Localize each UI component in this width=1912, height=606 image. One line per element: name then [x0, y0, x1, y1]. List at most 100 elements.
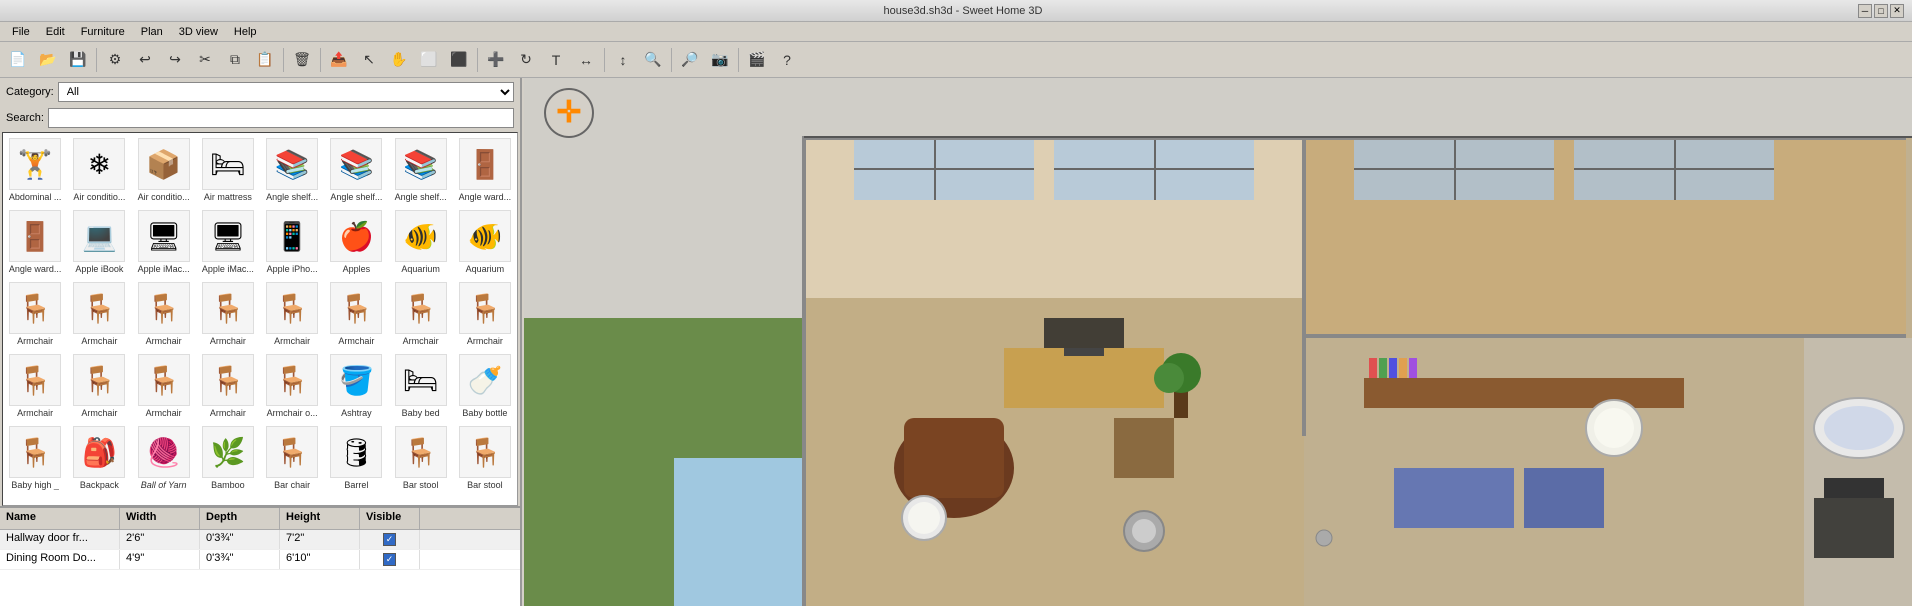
- video-button[interactable]: 🎬: [743, 46, 771, 74]
- export-button[interactable]: 📤: [325, 46, 353, 74]
- furniture-item[interactable]: 🧶Ball of Yarn: [132, 421, 196, 493]
- furniture-icon: 🪑: [459, 282, 511, 334]
- furniture-item[interactable]: 🪑Bar stool: [389, 421, 453, 493]
- cut-button[interactable]: ✂: [191, 46, 219, 74]
- furniture-item[interactable]: 🪑Armchair: [260, 277, 324, 349]
- copy-button[interactable]: ⧉: [221, 46, 249, 74]
- table-cell-depth: 0'3¾": [200, 550, 280, 569]
- table-row[interactable]: Hallway door fr...2'6"0'3¾"7'2"✓: [0, 530, 520, 550]
- delete-button[interactable]: 🗑: [288, 46, 316, 74]
- furniture-item[interactable]: 🪑Armchair: [67, 349, 131, 421]
- maximize-button[interactable]: □: [1874, 4, 1888, 18]
- furniture-item[interactable]: 🪣Ashtray: [324, 349, 388, 421]
- furniture-item[interactable]: 🏋Abdominal ...: [3, 133, 67, 205]
- furniture-item[interactable]: 📦Air conditio...: [132, 133, 196, 205]
- furniture-item[interactable]: 🪑Armchair: [196, 349, 260, 421]
- furniture-icon: 🐠: [395, 210, 447, 262]
- menu-item-3d-view[interactable]: 3D view: [171, 24, 226, 40]
- furniture-item[interactable]: 🪑Armchair: [196, 277, 260, 349]
- furniture-item[interactable]: 🪑Armchair o...: [260, 349, 324, 421]
- menu-item-plan[interactable]: Plan: [133, 24, 171, 40]
- visible-checkbox[interactable]: ✓: [383, 553, 396, 566]
- furniture-item[interactable]: 🪑Armchair: [3, 277, 67, 349]
- zoom-in-button[interactable]: 🔍: [639, 46, 667, 74]
- table-cell-visible[interactable]: ✓: [360, 530, 420, 549]
- furniture-item[interactable]: 🪑Armchair: [132, 277, 196, 349]
- search-input[interactable]: [48, 108, 514, 128]
- furniture-item[interactable]: 🍼Baby bottle: [453, 349, 517, 421]
- furniture-item[interactable]: 🪑Bar chair: [260, 421, 324, 493]
- furniture-item[interactable]: 🛢Barrel: [324, 421, 388, 493]
- furniture-item[interactable]: 🍎Apples: [324, 205, 388, 277]
- open-button[interactable]: 📂: [34, 46, 62, 74]
- furniture-label: Ball of Yarn: [135, 480, 193, 490]
- furniture-icon: 🛏: [202, 138, 254, 190]
- furniture-item[interactable]: ❄Air conditio...: [67, 133, 131, 205]
- furniture-item[interactable]: 💻Apple iBook: [67, 205, 131, 277]
- new-button[interactable]: 📄: [4, 46, 32, 74]
- furniture-label: Armchair: [327, 336, 385, 346]
- furniture-item[interactable]: 🚪Angle ward...: [3, 205, 67, 277]
- create-walls-button[interactable]: ⬜: [415, 46, 443, 74]
- furniture-item[interactable]: 🚪Angle ward...: [453, 133, 517, 205]
- furniture-item[interactable]: 🐠Aquarium: [453, 205, 517, 277]
- label-button[interactable]: T: [542, 46, 570, 74]
- select-button[interactable]: ↖: [355, 46, 383, 74]
- furniture-label: Baby bed: [392, 408, 450, 418]
- furniture-item[interactable]: 🪑Armchair: [67, 277, 131, 349]
- menu-item-edit[interactable]: Edit: [38, 24, 73, 40]
- table-cell-visible[interactable]: ✓: [360, 550, 420, 569]
- zoom-out-button[interactable]: 🔎: [676, 46, 704, 74]
- preferences-button[interactable]: ⚙: [101, 46, 129, 74]
- furniture-item[interactable]: 🛏Air mattress: [196, 133, 260, 205]
- furniture-label: Armchair o...: [263, 408, 321, 418]
- furniture-label: Armchair: [6, 336, 64, 346]
- furniture-item[interactable]: 🪑Armchair: [324, 277, 388, 349]
- compass[interactable]: ✛: [544, 88, 594, 138]
- furniture-item[interactable]: 🪑Armchair: [3, 349, 67, 421]
- rotate-button[interactable]: ↻: [512, 46, 540, 74]
- menu-item-furniture[interactable]: Furniture: [73, 24, 133, 40]
- furniture-item[interactable]: 🖥Apple iMac...: [196, 205, 260, 277]
- furniture-item[interactable]: 📚Angle shelf...: [389, 133, 453, 205]
- photo-button[interactable]: 📷: [706, 46, 734, 74]
- furniture-item[interactable]: 🪑Baby high _: [3, 421, 67, 493]
- menu-item-help[interactable]: Help: [226, 24, 265, 40]
- furniture-item[interactable]: 📚Angle shelf...: [260, 133, 324, 205]
- undo-button[interactable]: ↩: [131, 46, 159, 74]
- window-title: house3d.sh3d - Sweet Home 3D: [68, 5, 1858, 17]
- furniture-item[interactable]: 🛏Baby bed: [389, 349, 453, 421]
- furniture-item[interactable]: 📱Apple iPho...: [260, 205, 324, 277]
- paste-button[interactable]: 📋: [251, 46, 279, 74]
- furniture-icon: 🪑: [395, 426, 447, 478]
- add-furniture-button[interactable]: ➕: [482, 46, 510, 74]
- menu-item-file[interactable]: File: [4, 24, 38, 40]
- title-bar: house3d.sh3d - Sweet Home 3D ─ □ ✕: [0, 0, 1912, 22]
- table-row[interactable]: Dining Room Do...4'9"0'3¾"6'10"✓: [0, 550, 520, 570]
- close-button[interactable]: ✕: [1890, 4, 1904, 18]
- furniture-icon: 🎒: [73, 426, 125, 478]
- visible-checkbox[interactable]: ✓: [383, 533, 396, 546]
- minimize-button[interactable]: ─: [1858, 4, 1872, 18]
- dim2-button[interactable]: ↕: [609, 46, 637, 74]
- furniture-item[interactable]: 🌿Bamboo: [196, 421, 260, 493]
- redo-button[interactable]: ↪: [161, 46, 189, 74]
- furniture-item[interactable]: 🪑Armchair: [132, 349, 196, 421]
- furniture-icon: 🌿: [202, 426, 254, 478]
- furniture-item[interactable]: 🖥Apple iMac...: [132, 205, 196, 277]
- furniture-item[interactable]: 🪑Armchair: [453, 277, 517, 349]
- furniture-item[interactable]: 🎒Backpack: [67, 421, 131, 493]
- dim1-button[interactable]: ↔: [572, 46, 600, 74]
- furniture-item[interactable]: 🪑Armchair: [389, 277, 453, 349]
- furniture-item[interactable]: 🪑Bar stool: [453, 421, 517, 493]
- table-cell-height: 7'2": [280, 530, 360, 549]
- furniture-item[interactable]: 🐠Aquarium: [389, 205, 453, 277]
- window-controls[interactable]: ─ □ ✕: [1858, 4, 1904, 18]
- furniture-item[interactable]: 📚Angle shelf...: [324, 133, 388, 205]
- help-button[interactable]: ?: [773, 46, 801, 74]
- create-rooms-button[interactable]: ⬛: [445, 46, 473, 74]
- table-header-cell: Width: [120, 508, 200, 529]
- save-button[interactable]: 💾: [64, 46, 92, 74]
- category-select[interactable]: All: [58, 82, 514, 102]
- pan-button[interactable]: ✋: [385, 46, 413, 74]
